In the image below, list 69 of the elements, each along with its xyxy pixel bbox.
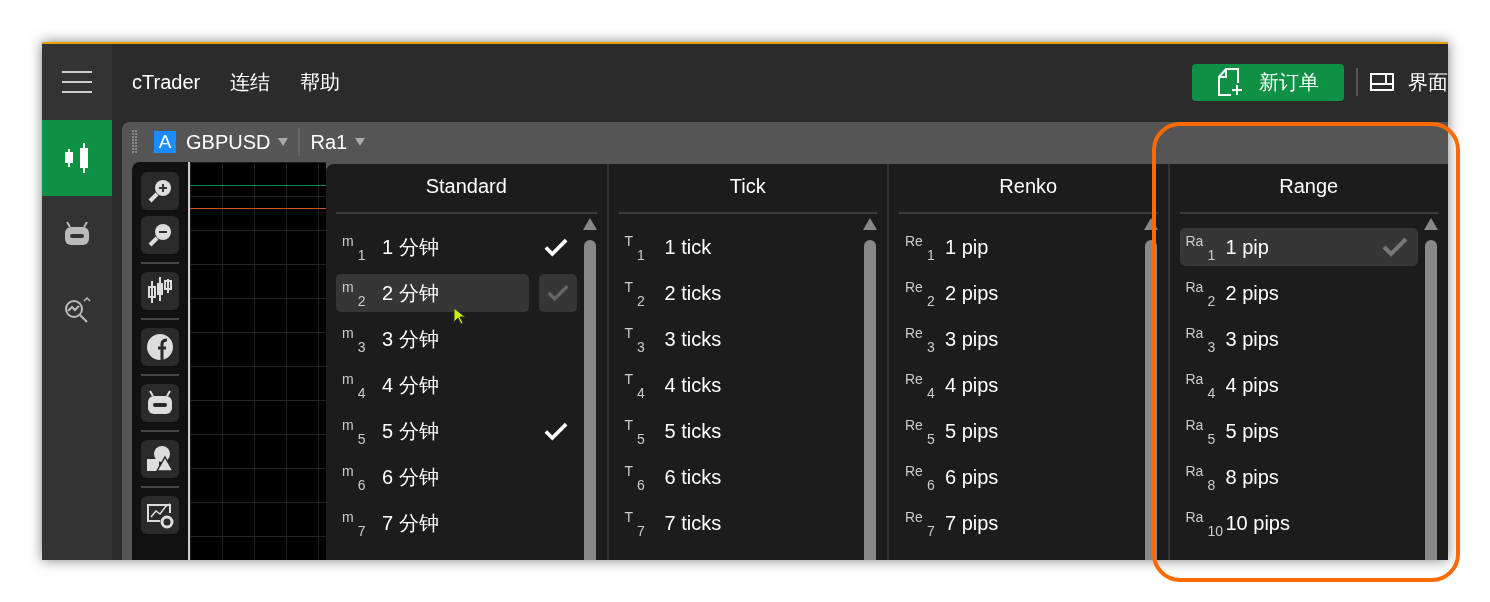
scrollbar-thumb[interactable]: [1425, 240, 1437, 560]
timeframe-option[interactable]: Ra$_{8}$ 8 pips: [1179, 458, 1418, 496]
column-title: Tick: [728, 173, 767, 199]
timeframe-option[interactable]: T$_{1}$ 1 tick: [618, 228, 857, 266]
robot-icon: [63, 221, 91, 247]
timeframe-option[interactable]: m$_{5}$ 5 分钟: [336, 412, 527, 450]
shapes-icon[interactable]: [141, 440, 179, 478]
check-icon: [546, 284, 569, 302]
timeframe-option[interactable]: Re$_{3}$ 3 pips: [899, 320, 1138, 358]
timeframe-option[interactable]: Ra$_{1}$ 1 pip: [1179, 228, 1418, 266]
timeframe-option[interactable]: Re$_{4}$ 4 pips: [899, 366, 1138, 404]
timeframe-option[interactable]: Ra$_{4}$ 4 pips: [1179, 366, 1418, 404]
chart-settings-icon[interactable]: [141, 496, 179, 534]
check-icon[interactable]: [543, 421, 568, 441]
timeframe-option[interactable]: Re$_{1}$ 1 pip: [899, 228, 1138, 266]
menu-item[interactable]: 连结: [230, 68, 271, 96]
analysis-icon: [62, 295, 92, 325]
timeframe-option[interactable]: Re$_{2}$ 2 pips: [899, 274, 1138, 312]
caret-icon: [355, 138, 366, 146]
timeframe-option[interactable]: Re$_{5}$ 5 pips: [899, 412, 1138, 450]
new-document-icon: [1217, 68, 1243, 96]
timeframe-option[interactable]: Ra$_{10}$ 10 pips: [1179, 504, 1418, 542]
grip-icon[interactable]: [132, 130, 138, 154]
column-title: Range: [1278, 173, 1340, 199]
timeframe-option[interactable]: m$_{4}$ 4 分钟: [336, 366, 577, 404]
timeframe-option[interactable]: T$_{5}$ 5 ticks: [618, 412, 857, 450]
candlestick-icon[interactable]: [141, 272, 179, 310]
timeframe-option[interactable]: T$_{3}$ 3 ticks: [618, 320, 857, 358]
social-icon[interactable]: [141, 328, 179, 366]
candlestick-icon: [63, 141, 91, 175]
new-order-button[interactable]: 新订单: [1192, 63, 1344, 101]
scroll-up-icon[interactable]: [863, 218, 877, 230]
timeframe-option[interactable]: T$_{4}$ 4 ticks: [618, 366, 857, 404]
timeframe-option[interactable]: Ra$_{3}$ 3 pips: [1179, 320, 1418, 358]
timeframe-option[interactable]: T$_{2}$ 2 ticks: [618, 274, 857, 312]
timeframe-option[interactable]: m$_{3}$ 3 分钟: [336, 320, 577, 358]
column-title: Standard: [424, 173, 508, 199]
cursor-icon: [453, 307, 465, 325]
scrollbar-thumb[interactable]: [583, 240, 596, 560]
check-icon[interactable]: [543, 237, 568, 257]
robot-icon[interactable]: [141, 384, 179, 422]
layout-icon: [1370, 73, 1394, 91]
timeframe-dropdown[interactable]: Ra1: [306, 130, 370, 154]
timeframe-option[interactable]: T$_{7}$ 7 ticks: [618, 504, 857, 542]
timeframe-option[interactable]: Ra$_{2}$ 2 pips: [1179, 274, 1418, 312]
scrollbar-thumb[interactable]: [864, 240, 876, 560]
menu-item[interactable]: 帮助: [300, 68, 341, 96]
timeframe-option[interactable]: m$_{6}$ 6 分钟: [336, 458, 577, 496]
favorite-toggle[interactable]: [538, 274, 577, 312]
menu-item[interactable]: cTrader: [132, 70, 201, 94]
scroll-up-icon[interactable]: [582, 218, 597, 230]
timeframe-option[interactable]: m$_{1}$ 1 分钟: [336, 228, 527, 266]
timeframe-option[interactable]: Ra$_{5}$ 5 pips: [1179, 412, 1418, 450]
timeframe-option[interactable]: T$_{6}$ 6 ticks: [618, 458, 857, 496]
zoom-in-icon[interactable]: [141, 172, 179, 210]
menu-icon[interactable]: [62, 71, 92, 93]
caret-icon: [278, 138, 289, 146]
column-title: Renko: [998, 173, 1059, 199]
check-icon: [1382, 237, 1408, 257]
timeframe-option[interactable]: m$_{7}$ 7 分钟: [336, 504, 577, 542]
timeframe-option[interactable]: Re$_{6}$ 6 pips: [899, 458, 1138, 496]
timeframe-option[interactable]: m$_{2}$ 2 分钟: [336, 274, 529, 312]
zoom-out-icon[interactable]: [141, 216, 179, 254]
timeframe-option[interactable]: Re$_{7}$ 7 pips: [899, 504, 1138, 542]
scroll-up-icon[interactable]: [1143, 218, 1158, 230]
symbol-dropdown[interactable]: GBPUSD: [182, 130, 293, 154]
scroll-up-icon[interactable]: [1424, 218, 1438, 230]
layout-button[interactable]: 界面: [1370, 68, 1448, 96]
nav-item[interactable]: [42, 120, 112, 196]
